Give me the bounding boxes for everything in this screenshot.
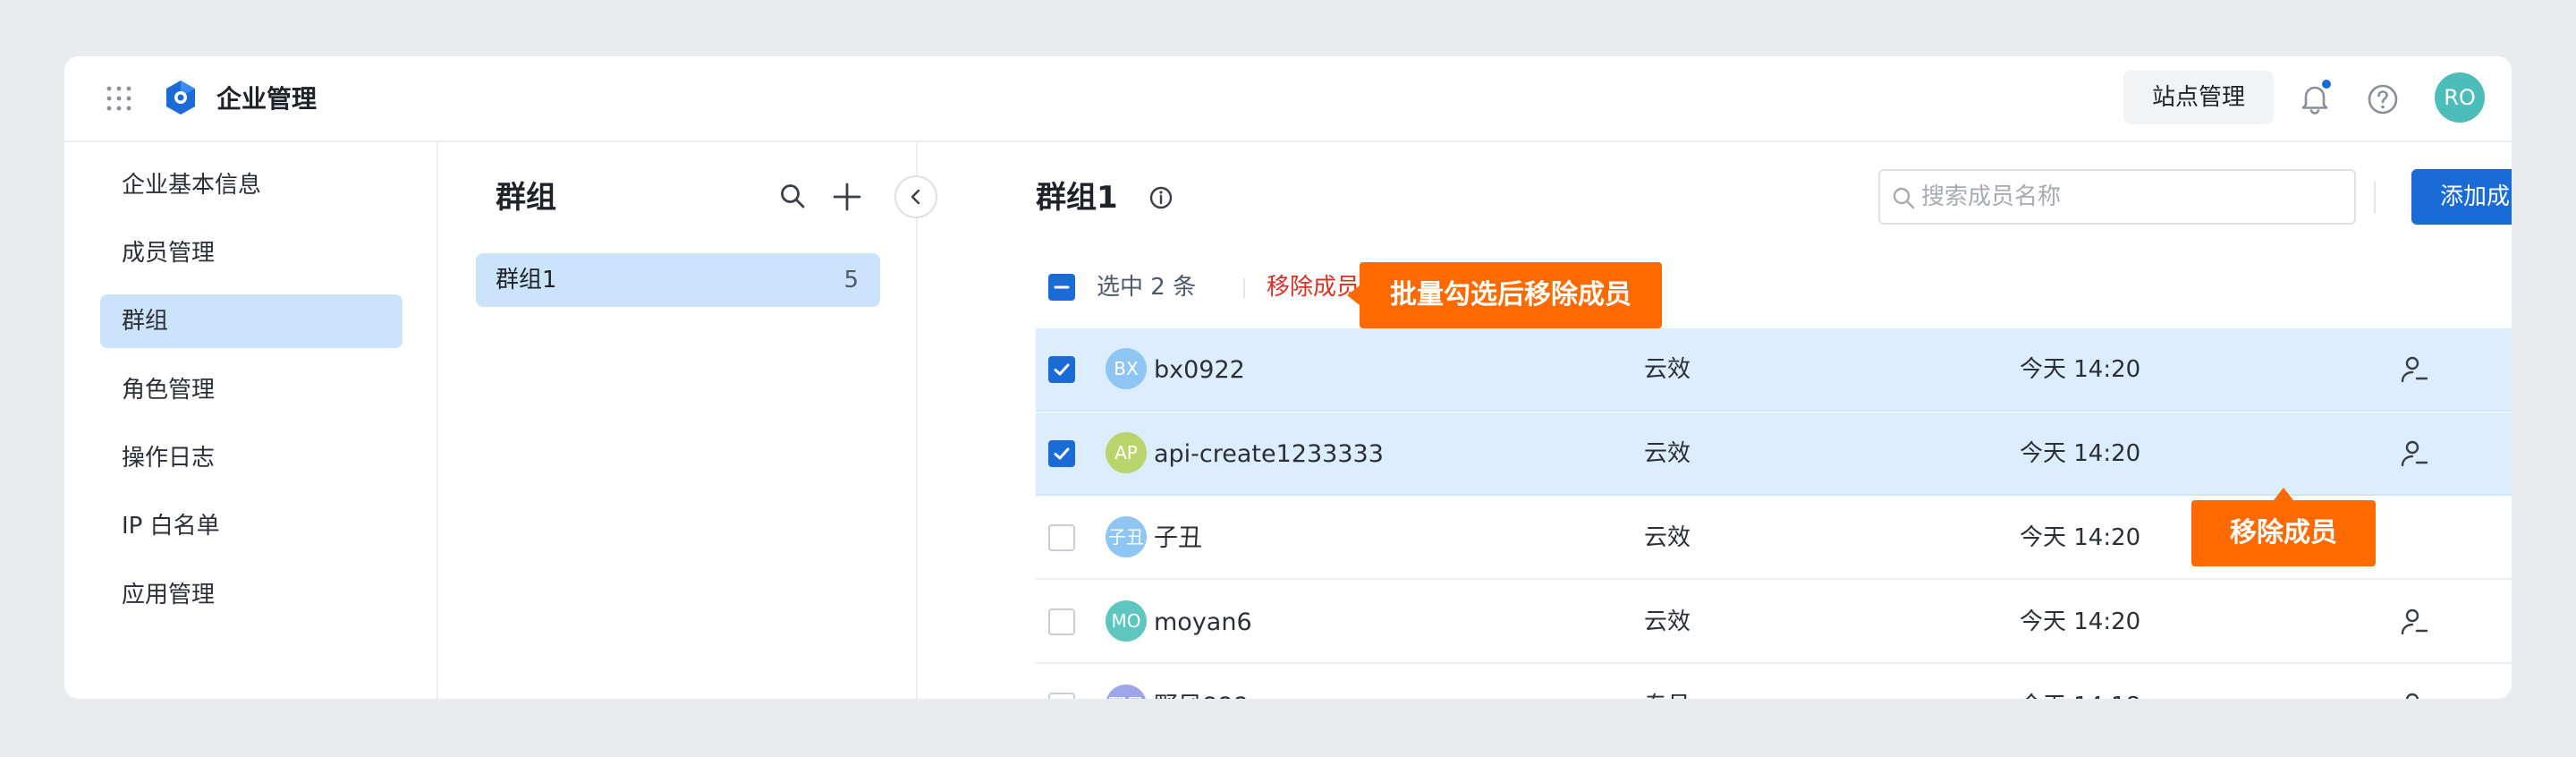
member-avatar: 子丑 (1106, 516, 1147, 557)
top-bar: 企业管理 站点管理 RO (64, 56, 2512, 142)
remove-member-icon[interactable] (2399, 691, 2429, 699)
member-name: bx0922 (1154, 356, 1245, 384)
table-row[interactable]: MO moyan6 云效 今天 14:20 (1036, 581, 2512, 664)
add-member-button[interactable]: 添加成员 (2411, 169, 2512, 225)
notification-dot (2320, 78, 2333, 90)
member-search-box (1878, 169, 2356, 225)
bulk-action-bar: 选中 2 条 移除成员 批量勾选后移除成员 (1036, 257, 2109, 328)
remove-member-icon[interactable] (2399, 438, 2429, 469)
sidebar-item-app-management[interactable]: 应用管理 (100, 568, 402, 622)
table-row[interactable]: AP api-create1233333 云效 今天 14:20 (1036, 413, 2512, 496)
row-checkbox[interactable] (1048, 693, 1075, 699)
selected-count: 选中 2 条 (1097, 274, 1197, 301)
sidebar-item-roles[interactable]: 角色管理 (100, 363, 402, 417)
member-name: 野风888 (1154, 665, 1249, 699)
sidebar-nav: 企业基本信息 成员管理 群组 角色管理 操作日志 IP 白名单 应用管理 (64, 142, 438, 699)
member-time: 今天 14:20 (2020, 608, 2141, 635)
help-icon[interactable] (2365, 81, 2401, 117)
divider (1243, 278, 1245, 298)
member-time: 今天 14:18 (2020, 665, 2140, 699)
member-source: 专员 (1644, 665, 1690, 699)
member-name: 子丑 (1154, 524, 1202, 552)
group-name: 群组1 (496, 267, 557, 293)
app-title: 企业管理 (216, 84, 318, 114)
member-source: 云效 (1644, 356, 1691, 383)
group-member-count: 5 (843, 267, 859, 293)
sidebar-item-operation-log[interactable]: 操作日志 (100, 431, 402, 485)
member-avatar: MO (1106, 600, 1147, 642)
member-avatar: BX (1106, 348, 1147, 389)
member-search-input[interactable] (1921, 171, 2342, 223)
add-group-icon[interactable] (832, 182, 862, 212)
member-source: 云效 (1644, 524, 1691, 551)
site-management-button[interactable]: 站点管理 (2123, 71, 2274, 124)
sidebar-item-enterprise-info[interactable]: 企业基本信息 (100, 158, 402, 212)
member-time: 今天 14:20 (2020, 524, 2141, 551)
sidebar-item-members[interactable]: 成员管理 (100, 226, 402, 280)
row-checkbox[interactable] (1048, 608, 1075, 635)
member-name: moyan6 (1154, 608, 1252, 636)
groups-title: 群组 (496, 180, 556, 216)
app-window: 企业管理 站点管理 RO 企业基本信息 成员管理 群组 角色管理 操作日志 IP… (64, 56, 2512, 699)
user-avatar[interactable]: RO (2435, 72, 2485, 123)
member-time: 今天 14:20 (2020, 356, 2141, 383)
group-list-panel: 群组 群组1 5 (438, 142, 918, 699)
search-icon[interactable] (778, 182, 807, 210)
row-checkbox[interactable] (1048, 524, 1075, 551)
logo-icon (166, 81, 195, 115)
member-avatar: AP (1106, 432, 1147, 473)
member-name: api-create1233333 (1154, 440, 1384, 468)
select-all-checkbox[interactable] (1048, 274, 1075, 301)
app-grid-icon[interactable] (106, 85, 132, 112)
group-item[interactable]: 群组1 5 (476, 253, 880, 307)
table-row[interactable]: BX bx0922 云效 今天 14:20 (1036, 328, 2512, 412)
bulk-remove-callout: 批量勾选后移除成员 (1347, 262, 1662, 328)
check-icon (1054, 447, 1070, 460)
table-row[interactable]: 野风 野风888 专员 今天 14:18 (1036, 665, 2512, 699)
member-source: 云效 (1644, 608, 1691, 635)
divider (2374, 182, 2376, 214)
bulk-remove-members-link[interactable]: 移除成员 (1267, 257, 1360, 318)
row-checkbox[interactable] (1048, 440, 1075, 467)
info-icon[interactable] (1148, 185, 1174, 210)
member-source: 云效 (1644, 440, 1691, 467)
row-checkbox[interactable] (1048, 356, 1075, 383)
group-detail: 群组1 添加成员 选中 2 条 移除成员 批量勾选后移除成员 (919, 142, 2512, 699)
search-icon (1893, 187, 1915, 209)
sidebar-item-groups[interactable]: 群组 (100, 294, 402, 348)
group-title: 群组1 (1036, 180, 1118, 216)
sidebar-item-ip-whitelist[interactable]: IP 白名单 (100, 499, 402, 553)
remove-member-icon[interactable] (2399, 607, 2429, 637)
minus-icon (1054, 285, 1070, 289)
check-icon (1054, 363, 1070, 376)
member-time: 今天 14:20 (2020, 440, 2141, 467)
member-avatar: 野风 (1106, 685, 1147, 699)
remove-member-icon[interactable] (2399, 354, 2429, 385)
row-remove-callout: 移除成员 (2191, 488, 2376, 566)
